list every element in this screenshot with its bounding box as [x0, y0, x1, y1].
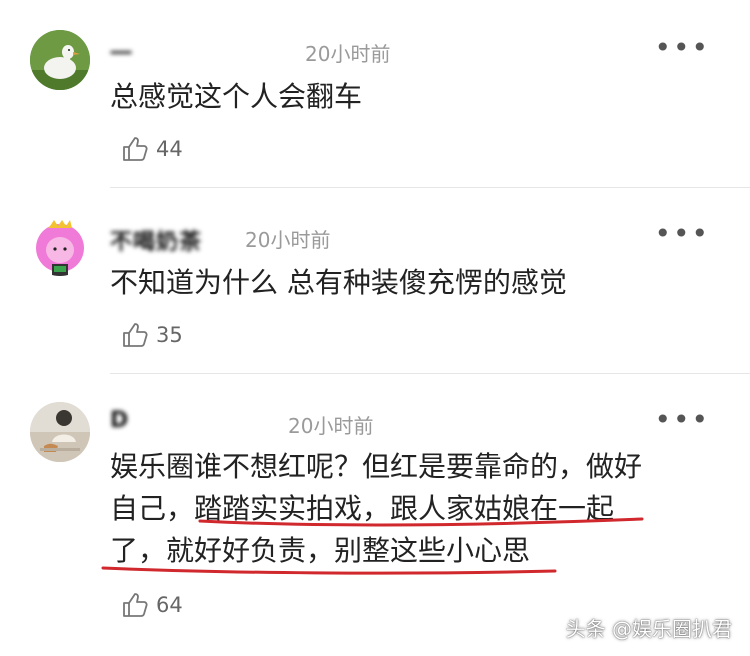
timestamp: 20小时前	[288, 414, 374, 438]
divider	[110, 187, 750, 188]
watermark: 头条 @娱乐圈扒君	[565, 617, 732, 641]
like-count: 44	[156, 137, 183, 161]
username[interactable]: 不喝奶茶	[110, 224, 202, 256]
divider	[110, 373, 750, 374]
like-count: 35	[156, 323, 183, 347]
more-options-button[interactable]: •••	[654, 220, 710, 248]
comment-text-line: 自己，踏踏实实拍戏，跟人家姑娘在一起	[110, 492, 615, 525]
avatar[interactable]	[30, 30, 90, 90]
comment-text: 娱乐圈谁不想红呢？但红是要靠命的，做好 自己，踏踏实实拍戏，跟人家姑娘在一起 了…	[110, 446, 710, 572]
avatar[interactable]	[30, 402, 90, 462]
timestamp: 20小时前	[305, 42, 391, 66]
like-button[interactable]: 44	[120, 134, 183, 164]
like-count: 64	[156, 593, 183, 617]
comment-text-line: 娱乐圈谁不想红呢？但红是要靠命的，做好	[110, 450, 643, 483]
username[interactable]: 一	[110, 36, 133, 68]
person-photo-avatar-icon	[30, 402, 90, 462]
duck-avatar-icon	[30, 30, 90, 90]
more-options-button[interactable]: •••	[654, 406, 710, 434]
timestamp: 20小时前	[245, 228, 331, 252]
like-button[interactable]: 64	[120, 590, 183, 620]
thumbs-up-icon	[123, 593, 148, 617]
thumbs-up-icon	[123, 323, 148, 347]
comment-text-line: 了，就好好负责，别整这些小心思	[110, 534, 531, 567]
like-button[interactable]: 35	[120, 320, 183, 350]
pink-princess-avatar-icon	[30, 216, 90, 276]
comment-text: 不知道为什么 总有种装傻充愣的感觉	[110, 266, 567, 299]
more-options-button[interactable]: •••	[654, 34, 710, 62]
comment-text: 总感觉这个人会翻车	[110, 80, 363, 113]
thumbs-up-icon	[123, 137, 148, 161]
username[interactable]: D	[110, 408, 129, 433]
avatar[interactable]	[30, 216, 90, 276]
